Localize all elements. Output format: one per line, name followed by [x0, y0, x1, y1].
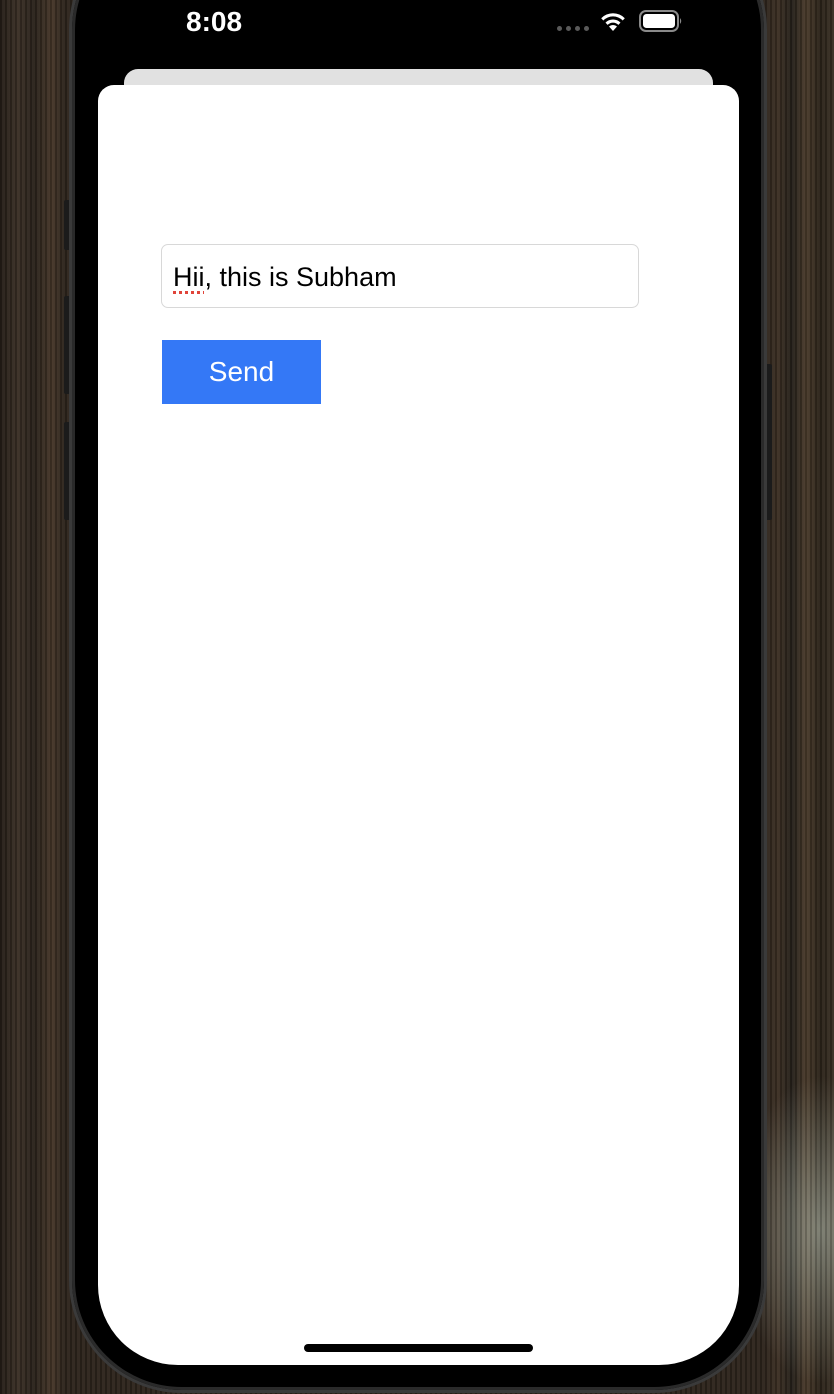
- send-button[interactable]: Send: [162, 340, 321, 404]
- message-input-text: , this is Subham: [204, 262, 397, 292]
- power-button: [763, 364, 772, 520]
- misspelled-word: Hii: [173, 262, 205, 292]
- modal-sheet: Hii, this is Subham Send: [98, 85, 739, 1365]
- home-indicator[interactable]: [304, 1344, 533, 1352]
- message-input[interactable]: Hii, this is Subham: [161, 244, 639, 308]
- status-time: 8:08: [186, 6, 243, 37]
- cellular-signal-icon: [557, 26, 589, 31]
- wifi-icon: [601, 13, 625, 31]
- battery-icon: [639, 10, 682, 32]
